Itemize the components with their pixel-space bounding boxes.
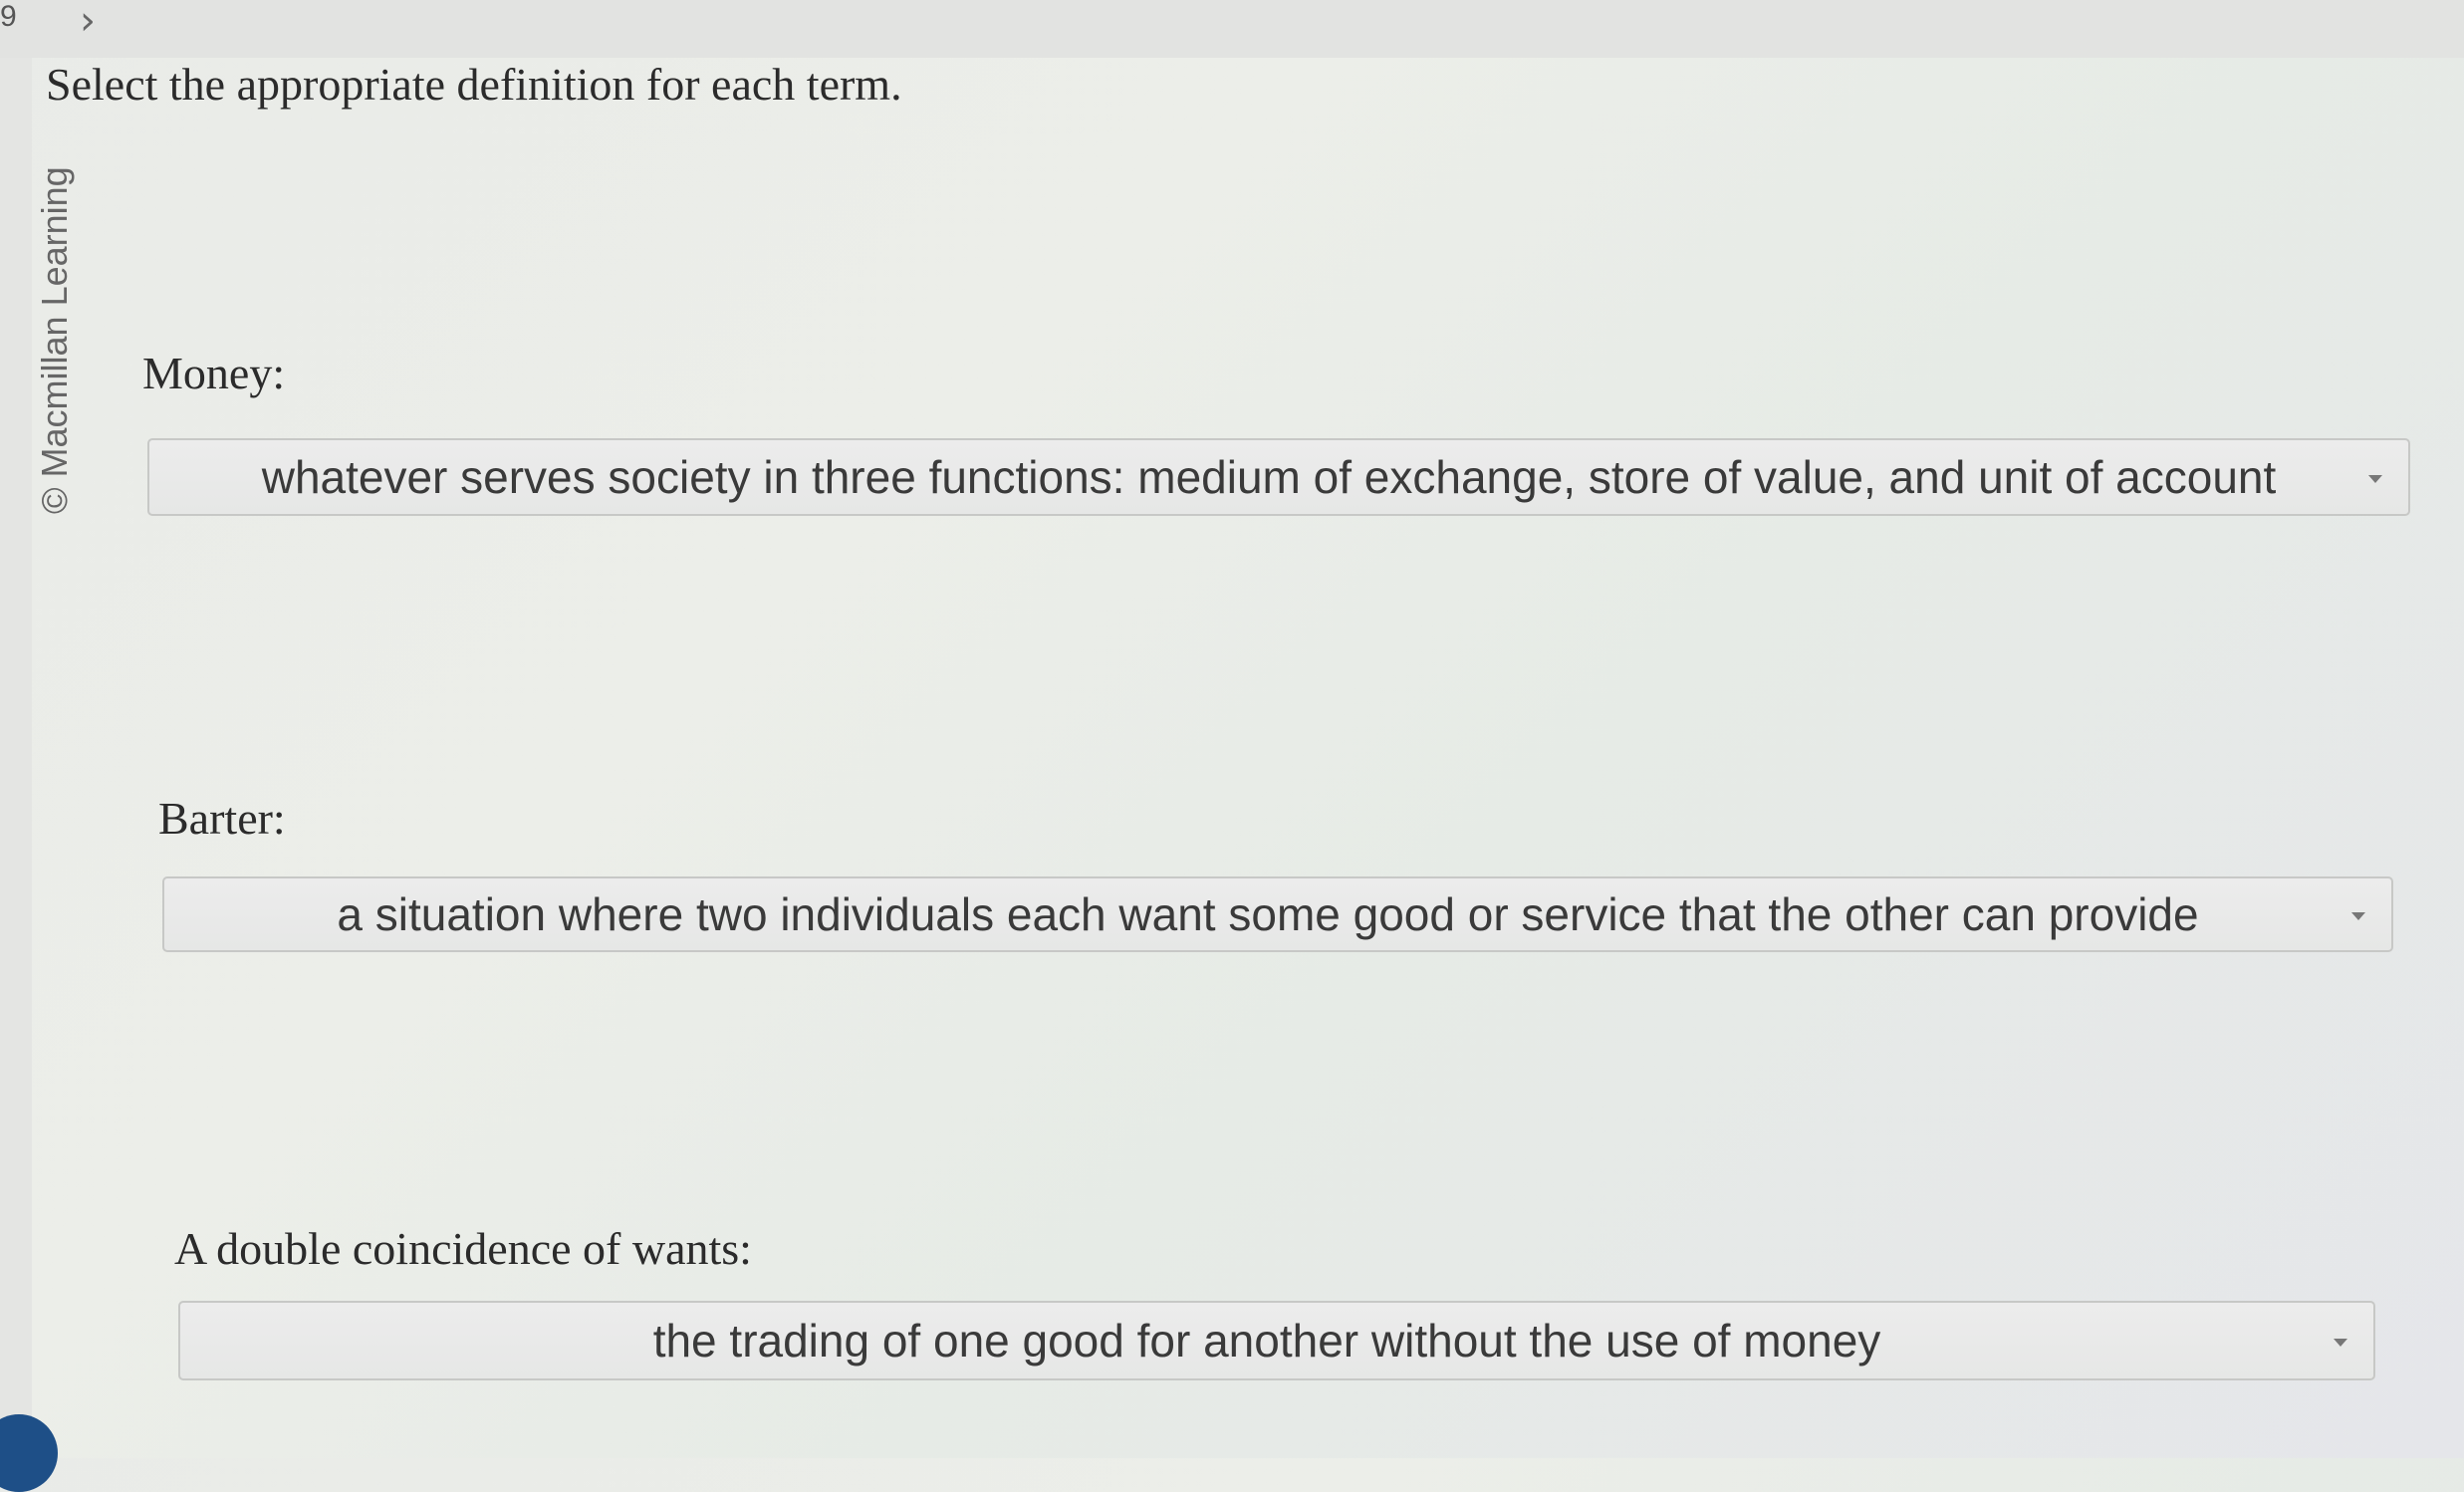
definition-dropdown-barter[interactable]: a situation where two individuals each w… [162,876,2393,952]
copyright-notice: © Macmillan Learning [34,166,75,514]
definition-dropdown-money[interactable]: whatever serves society in three functio… [147,438,2410,516]
question-number: 9 [0,0,17,33]
chevron-down-icon [2351,912,2365,920]
chevron-right-icon[interactable]: › [80,0,96,44]
chevron-down-icon [2368,475,2382,483]
left-rail [0,58,32,1458]
chevron-down-icon [2334,1339,2347,1347]
term-label-double-coincidence: A double coincidence of wants: [174,1223,752,1274]
definition-dropdown-double-coincidence[interactable]: the trading of one good for another with… [178,1301,2375,1380]
dropdown-selected-value: a situation where two individuals each w… [337,888,2199,940]
term-label-barter: Barter: [158,793,286,844]
top-toolbar [0,0,2464,58]
question-prompt: Select the appropriate definition for ea… [46,59,902,110]
corner-button[interactable] [0,1414,58,1492]
term-label-money: Money: [142,348,286,398]
dropdown-selected-value: whatever serves society in three functio… [261,451,2277,503]
dropdown-selected-value: the trading of one good for another with… [652,1315,1881,1367]
